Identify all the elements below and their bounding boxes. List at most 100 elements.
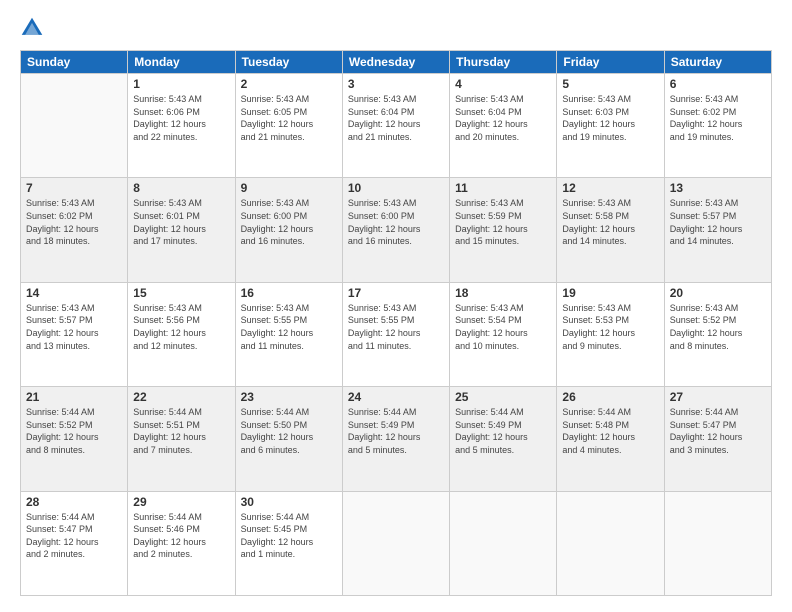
week-row-5: 28 Sunrise: 5:44 AM Sunset: 5:47 PM Dayli… xyxy=(21,491,772,595)
day-number: 17 xyxy=(348,286,444,300)
day-number: 2 xyxy=(241,77,337,91)
calendar-cell: 3Sunrise: 5:43 AM Sunset: 6:04 PM Daylig… xyxy=(342,74,449,178)
calendar-cell: 20 Sunrise: 5:43 AM Sunset: 5:52 PM Dayli… xyxy=(664,282,771,386)
day-number: 8 xyxy=(133,181,229,195)
day-info: Sunrise: 5:43 AM Sunset: 6:06 PM Dayligh… xyxy=(133,93,229,143)
day-info: Sunrise: 5:44 AM Sunset: 5:47 PM Dayligh… xyxy=(26,511,122,561)
day-number: 26 xyxy=(562,390,658,404)
day-info: Sunrise: 5:43 AM Sunset: 5:54 PM Dayligh… xyxy=(455,302,551,352)
header xyxy=(20,16,772,40)
day-info: Sunrise: 5:43 AM Sunset: 5:59 PM Dayligh… xyxy=(455,197,551,247)
calendar-cell: 2 Sunrise: 5:43 AM Sunset: 6:05 PM Daylig… xyxy=(235,74,342,178)
day-number: 9 xyxy=(241,181,337,195)
day-info: Sunrise: 5:43 AM Sunset: 5:52 PM Dayligh… xyxy=(670,302,766,352)
day-info: Sunrise: 5:44 AM Sunset: 5:45 PM Dayligh… xyxy=(241,511,337,561)
calendar-cell: 11 Sunrise: 5:43 AM Sunset: 5:59 PM Dayli… xyxy=(450,178,557,282)
calendar-cell: 4 Sunrise: 5:43 AM Sunset: 6:04 PM Daylig… xyxy=(450,74,557,178)
calendar-cell: 22 Sunrise: 5:44 AM Sunset: 5:51 PM Dayli… xyxy=(128,387,235,491)
day-info: Sunrise: 5:43 AM Sunset: 6:03 PM Dayligh… xyxy=(562,93,658,143)
day-number: 6 xyxy=(670,77,766,91)
day-info: Sunrise: 5:44 AM Sunset: 5:48 PM Dayligh… xyxy=(562,406,658,456)
day-info: Sunrise: 5:44 AM Sunset: 5:47 PM Dayligh… xyxy=(670,406,766,456)
calendar-cell: 30 Sunrise: 5:44 AM Sunset: 5:45 PM Dayli… xyxy=(235,491,342,595)
day-info: Sunrise: 5:44 AM Sunset: 5:49 PM Dayligh… xyxy=(348,406,444,456)
day-number: 21 xyxy=(26,390,122,404)
day-number: 25 xyxy=(455,390,551,404)
header-row: SundayMondayTuesdayWednesdayThursdayFrid… xyxy=(21,51,772,74)
day-header-wednesday: Wednesday xyxy=(342,51,449,74)
calendar-cell: 26 Sunrise: 5:44 AM Sunset: 5:48 PM Dayli… xyxy=(557,387,664,491)
day-info: Sunrise: 5:43 AM Sunset: 6:04 PM Dayligh… xyxy=(455,93,551,143)
day-info: Sunrise: 5:44 AM Sunset: 5:49 PM Dayligh… xyxy=(455,406,551,456)
week-row-4: 21 Sunrise: 5:44 AM Sunset: 5:52 PM Dayli… xyxy=(21,387,772,491)
day-info: Sunrise: 5:44 AM Sunset: 5:46 PM Dayligh… xyxy=(133,511,229,561)
day-number: 28 xyxy=(26,495,122,509)
day-info: Sunrise: 5:43 AM Sunset: 5:56 PM Dayligh… xyxy=(133,302,229,352)
day-header-thursday: Thursday xyxy=(450,51,557,74)
day-number: 30 xyxy=(241,495,337,509)
calendar-cell xyxy=(664,491,771,595)
week-row-3: 14 Sunrise: 5:43 AM Sunset: 5:57 PM Dayli… xyxy=(21,282,772,386)
day-number: 5 xyxy=(562,77,658,91)
day-number: 4 xyxy=(455,77,551,91)
day-number: 11 xyxy=(455,181,551,195)
calendar-cell xyxy=(21,74,128,178)
calendar-cell: 9 Sunrise: 5:43 AM Sunset: 6:00 PM Daylig… xyxy=(235,178,342,282)
calendar-cell: 17 Sunrise: 5:43 AM Sunset: 5:55 PM Dayli… xyxy=(342,282,449,386)
calendar-cell: 27 Sunrise: 5:44 AM Sunset: 5:47 PM Dayli… xyxy=(664,387,771,491)
calendar-cell: 8 Sunrise: 5:43 AM Sunset: 6:01 PM Daylig… xyxy=(128,178,235,282)
calendar-cell: 21 Sunrise: 5:44 AM Sunset: 5:52 PM Dayli… xyxy=(21,387,128,491)
day-header-tuesday: Tuesday xyxy=(235,51,342,74)
calendar-cell: 14 Sunrise: 5:43 AM Sunset: 5:57 PM Dayli… xyxy=(21,282,128,386)
day-header-saturday: Saturday xyxy=(664,51,771,74)
calendar-cell: 18Sunrise: 5:43 AM Sunset: 5:54 PM Dayli… xyxy=(450,282,557,386)
day-number: 15 xyxy=(133,286,229,300)
day-number: 13 xyxy=(670,181,766,195)
day-header-sunday: Sunday xyxy=(21,51,128,74)
day-header-monday: Monday xyxy=(128,51,235,74)
day-info: Sunrise: 5:43 AM Sunset: 6:02 PM Dayligh… xyxy=(26,197,122,247)
logo xyxy=(20,16,48,40)
day-info: Sunrise: 5:43 AM Sunset: 5:57 PM Dayligh… xyxy=(670,197,766,247)
day-info: Sunrise: 5:43 AM Sunset: 6:00 PM Dayligh… xyxy=(241,197,337,247)
day-info: Sunrise: 5:44 AM Sunset: 5:50 PM Dayligh… xyxy=(241,406,337,456)
day-info: Sunrise: 5:43 AM Sunset: 5:55 PM Dayligh… xyxy=(241,302,337,352)
week-row-2: 7Sunrise: 5:43 AM Sunset: 6:02 PM Daylig… xyxy=(21,178,772,282)
day-info: Sunrise: 5:44 AM Sunset: 5:51 PM Dayligh… xyxy=(133,406,229,456)
day-info: Sunrise: 5:44 AM Sunset: 5:52 PM Dayligh… xyxy=(26,406,122,456)
calendar-cell: 5 Sunrise: 5:43 AM Sunset: 6:03 PM Daylig… xyxy=(557,74,664,178)
day-info: Sunrise: 5:43 AM Sunset: 6:05 PM Dayligh… xyxy=(241,93,337,143)
calendar-cell: 16 Sunrise: 5:43 AM Sunset: 5:55 PM Dayli… xyxy=(235,282,342,386)
day-info: Sunrise: 5:43 AM Sunset: 6:04 PM Dayligh… xyxy=(348,93,444,143)
day-info: Sunrise: 5:43 AM Sunset: 5:55 PM Dayligh… xyxy=(348,302,444,352)
calendar-cell xyxy=(342,491,449,595)
calendar-cell: 29 Sunrise: 5:44 AM Sunset: 5:46 PM Dayli… xyxy=(128,491,235,595)
day-number: 29 xyxy=(133,495,229,509)
calendar-cell: 25 Sunrise: 5:44 AM Sunset: 5:49 PM Dayli… xyxy=(450,387,557,491)
day-number: 10 xyxy=(348,181,444,195)
day-number: 20 xyxy=(670,286,766,300)
calendar-cell: 28 Sunrise: 5:44 AM Sunset: 5:47 PM Dayli… xyxy=(21,491,128,595)
day-number: 24 xyxy=(348,390,444,404)
calendar-cell: 15 Sunrise: 5:43 AM Sunset: 5:56 PM Dayli… xyxy=(128,282,235,386)
calendar-cell: 12 Sunrise: 5:43 AM Sunset: 5:58 PM Dayli… xyxy=(557,178,664,282)
calendar-cell: 13 Sunrise: 5:43 AM Sunset: 5:57 PM Dayli… xyxy=(664,178,771,282)
day-number: 22 xyxy=(133,390,229,404)
logo-icon xyxy=(20,16,44,40)
day-info: Sunrise: 5:43 AM Sunset: 6:00 PM Dayligh… xyxy=(348,197,444,247)
day-number: 14 xyxy=(26,286,122,300)
calendar-cell: 24 Sunrise: 5:44 AM Sunset: 5:49 PM Dayli… xyxy=(342,387,449,491)
day-number: 16 xyxy=(241,286,337,300)
day-number: 12 xyxy=(562,181,658,195)
day-number: 27 xyxy=(670,390,766,404)
calendar-cell xyxy=(450,491,557,595)
day-info: Sunrise: 5:43 AM Sunset: 5:57 PM Dayligh… xyxy=(26,302,122,352)
day-info: Sunrise: 5:43 AM Sunset: 6:01 PM Dayligh… xyxy=(133,197,229,247)
calendar-cell xyxy=(557,491,664,595)
day-info: Sunrise: 5:43 AM Sunset: 5:58 PM Dayligh… xyxy=(562,197,658,247)
calendar-cell: 23Sunrise: 5:44 AM Sunset: 5:50 PM Dayli… xyxy=(235,387,342,491)
calendar-table: SundayMondayTuesdayWednesdayThursdayFrid… xyxy=(20,50,772,596)
calendar-page: SundayMondayTuesdayWednesdayThursdayFrid… xyxy=(0,0,792,612)
day-header-friday: Friday xyxy=(557,51,664,74)
calendar-cell: 1Sunrise: 5:43 AM Sunset: 6:06 PM Daylig… xyxy=(128,74,235,178)
